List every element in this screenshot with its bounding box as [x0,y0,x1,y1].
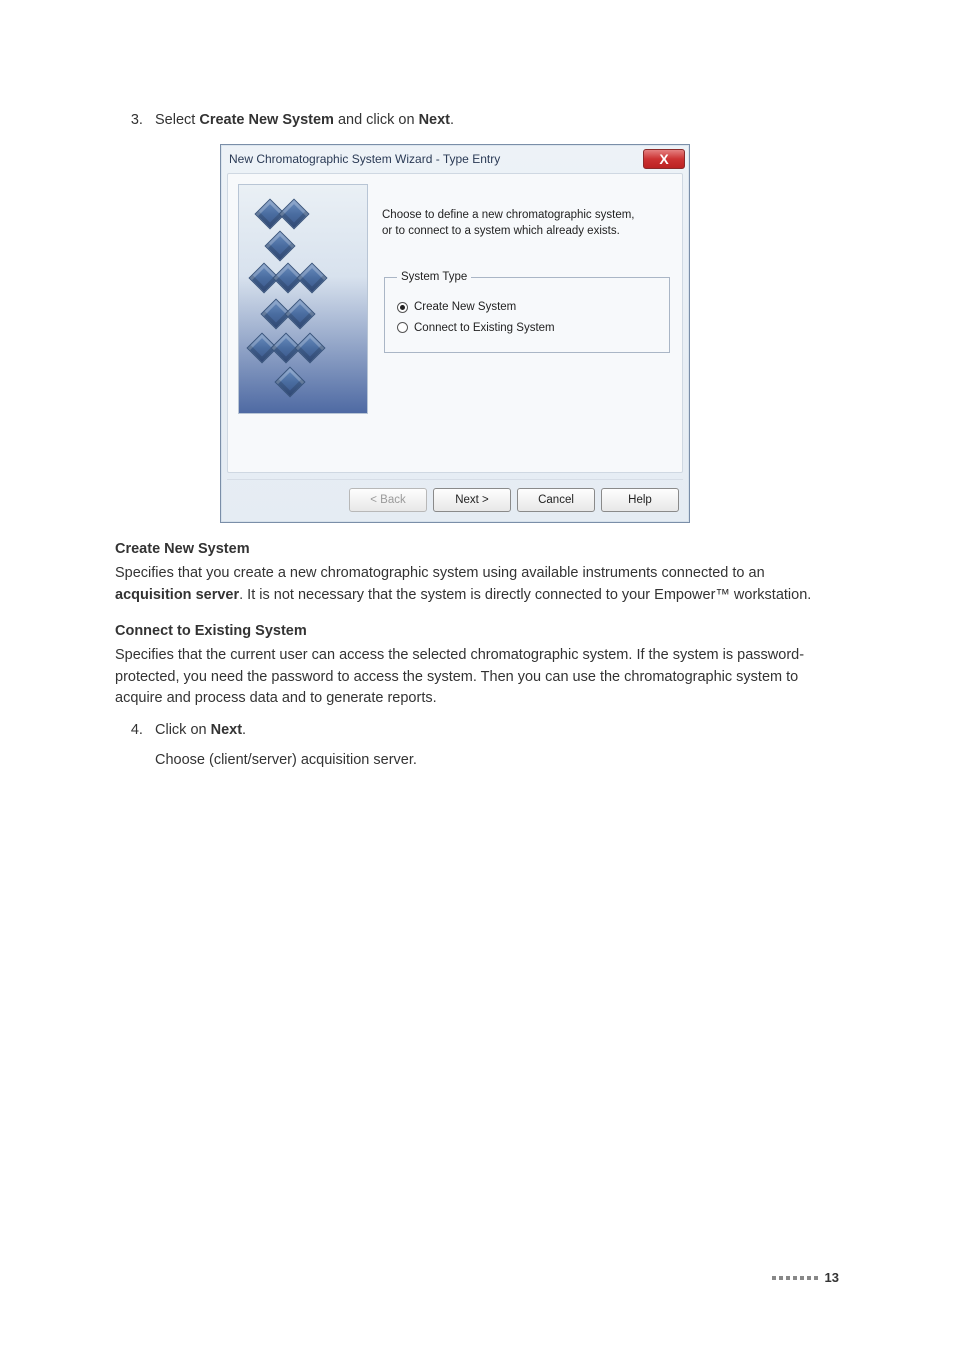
step3-text-2: and click on [334,112,419,128]
instr-line1: Choose to define a new chromatographic s… [382,209,635,221]
instr-line2: or to connect to a system which already … [382,225,620,237]
wizard-dialog: New Chromatographic System Wizard - Type… [220,144,690,523]
radio-icon [397,322,408,333]
close-icon: X [659,152,668,166]
para-create-1: Specifies that you create a new chromato… [115,565,765,581]
footer-dot [814,1276,818,1280]
close-button[interactable]: X [643,149,685,169]
page-number: 13 [825,1270,839,1285]
dialog-titlebar: New Chromatographic System Wizard - Type… [221,145,689,173]
system-type-legend: System Type [397,269,471,285]
para-create-new-system: Specifies that you create a new chromato… [115,563,839,607]
step4-text-1: Click on [155,722,211,738]
para-create-bold: acquisition server [115,587,239,603]
wizard-dialog-screenshot: New Chromatographic System Wizard - Type… [220,144,839,523]
step4-substep: Choose (client/server) acquisition serve… [155,750,839,770]
para-connect-existing: Specifies that the current user can acce… [115,645,839,710]
footer-dot [800,1276,804,1280]
step-4: Click on Next. Choose (client/server) ac… [155,720,839,771]
step-3: Select Create New System and click on Ne… [155,110,839,523]
step3-text-1: Select [155,112,199,128]
radio-create-new-system[interactable]: Create New System [397,299,657,315]
dialog-body: Choose to define a new chromatographic s… [227,173,683,473]
footer-dot [786,1276,790,1280]
para-create-2: . It is not necessary that the system is… [239,587,811,603]
step3-text-3: . [450,112,454,128]
radio-connect-label: Connect to Existing System [414,320,555,336]
footer-dot [772,1276,776,1280]
footer-dot [793,1276,797,1280]
wizard-graphic [238,184,368,414]
step4-text-2: . [242,722,246,738]
help-button[interactable]: Help [601,488,679,512]
footer-dot [807,1276,811,1280]
page-footer: 13 [772,1270,839,1285]
dialog-footer: < Back Next > Cancel Help [221,480,689,522]
dialog-right-pane: Choose to define a new chromatographic s… [382,184,672,462]
heading-connect-existing: Connect to Existing System [115,623,839,639]
step3-bold-2: Next [419,112,450,128]
next-button[interactable]: Next > [433,488,511,512]
cancel-button[interactable]: Cancel [517,488,595,512]
step3-bold-1: Create New System [199,112,334,128]
system-type-group: System Type Create New System Connect to… [384,269,670,352]
dialog-title: New Chromatographic System Wizard - Type… [229,151,500,168]
radio-connect-existing-system[interactable]: Connect to Existing System [397,320,657,336]
heading-create-new-system: Create New System [115,541,839,557]
radio-create-label: Create New System [414,299,516,315]
step4-bold: Next [211,722,242,738]
footer-dot [779,1276,783,1280]
back-button: < Back [349,488,427,512]
dialog-instruction: Choose to define a new chromatographic s… [382,208,672,239]
radio-icon [397,302,408,313]
